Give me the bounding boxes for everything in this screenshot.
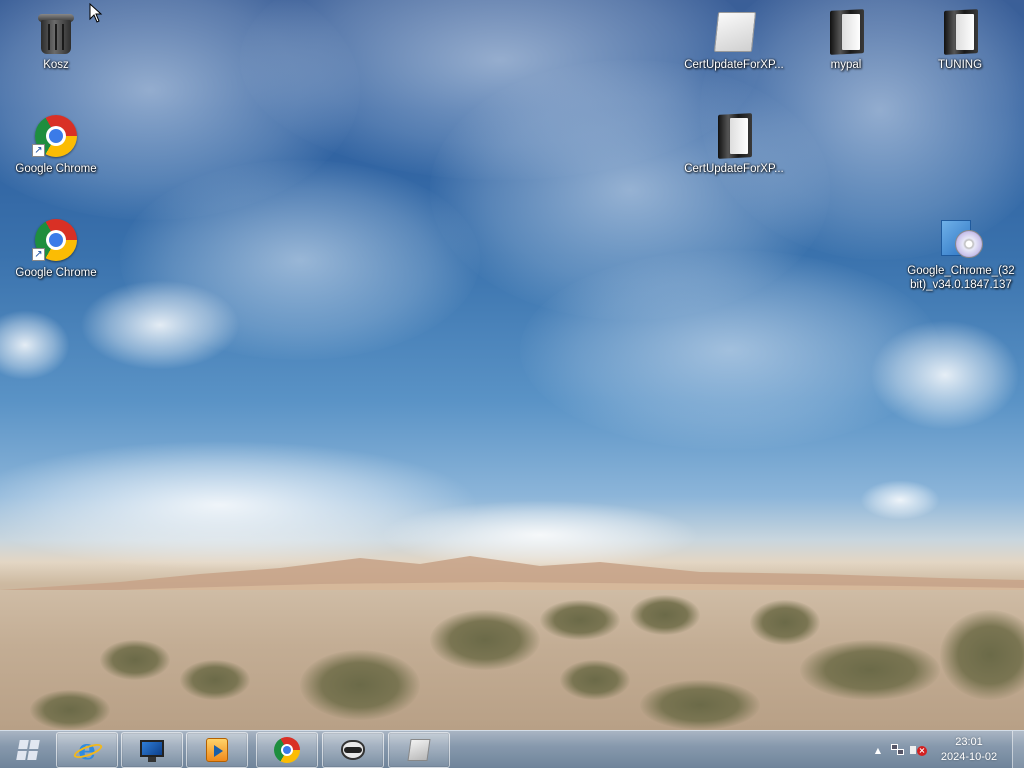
taskbar-google-chrome[interactable] <box>256 732 318 768</box>
desktop-icon-google-chrome-2[interactable]: ↗ Google Chrome <box>1 216 111 280</box>
show-hidden-icons-button[interactable]: ▲ <box>868 740 888 760</box>
chrome-icon: ↗ <box>32 112 80 160</box>
folder-icon <box>710 112 758 160</box>
disc-icon <box>955 230 983 258</box>
taskbar: e ▲ × 23:01 2024-10-02 <box>0 730 1024 768</box>
document-icon <box>405 736 433 764</box>
shortcut-arrow-icon: ↗ <box>32 144 45 157</box>
shortcut-arrow-icon: ↗ <box>32 248 45 261</box>
clock-date: 2024-10-02 <box>940 751 998 763</box>
desktop-icon-label: Google_Chrome_(32bit)_v34.0.1847.137 <box>907 265 1015 291</box>
network-tray-button[interactable] <box>888 740 908 760</box>
recycle-bin-icon <box>32 8 80 56</box>
installer-icon <box>937 214 985 262</box>
desktop-icon-label: mypal <box>830 59 862 71</box>
desktop-icon-chrome-installer[interactable]: Google_Chrome_(32bit)_v34.0.1847.137 <box>904 214 1018 292</box>
desktop-icon-mypal[interactable]: mypal <box>791 8 901 72</box>
chrome-icon: ↗ <box>32 216 80 264</box>
desktop-icon-label: Google Chrome <box>15 163 97 175</box>
volume-tray-button[interactable]: × <box>908 740 928 760</box>
folder-icon <box>822 8 870 56</box>
desktop-icon-certupdate-folder[interactable]: CertUpdateForXP... <box>679 112 789 176</box>
volume-muted-icon: × <box>910 743 927 757</box>
folder-icon <box>936 8 984 56</box>
monitor-icon <box>138 736 166 764</box>
clock-time: 23:01 <box>955 736 983 748</box>
show-desktop-button[interactable] <box>1012 731 1024 768</box>
taskbar-raccoon-app[interactable] <box>322 732 384 768</box>
start-button[interactable] <box>6 734 50 766</box>
windows-orb-icon <box>15 739 41 761</box>
desktop-icon-label: CertUpdateForXP... <box>684 163 784 175</box>
desktop-icon-label: Kosz <box>43 59 69 71</box>
internet-explorer-icon: e <box>72 736 104 764</box>
chrome-icon <box>273 736 301 764</box>
taskbar-computer[interactable] <box>121 732 183 768</box>
desktop-icon-tuning[interactable]: TUNING <box>905 8 1015 72</box>
chevron-up-icon: ▲ <box>874 745 882 755</box>
desktop-icon-google-chrome[interactable]: ↗ Google Chrome <box>1 112 111 176</box>
taskbar-internet-explorer[interactable]: e <box>56 732 118 768</box>
raccoon-icon <box>339 736 367 764</box>
file-icon <box>710 8 758 56</box>
taskbar-clock[interactable]: 23:01 2024-10-02 <box>936 735 1002 765</box>
taskbar-media-player[interactable] <box>186 732 248 768</box>
desktop-icon-label: Google Chrome <box>15 267 97 279</box>
media-player-icon <box>203 736 231 764</box>
mouse-cursor-icon <box>89 3 103 23</box>
network-icon <box>891 744 905 756</box>
system-tray: ▲ × 23:01 2024-10-02 <box>868 731 1002 768</box>
desktop-wallpaper <box>0 0 1024 730</box>
desktop-icon-label: CertUpdateForXP... <box>684 59 784 71</box>
desktop-icon-certupdate-file[interactable]: CertUpdateForXP... <box>679 8 789 72</box>
taskbar-document[interactable] <box>388 732 450 768</box>
desktop-icon-label: TUNING <box>937 59 983 71</box>
